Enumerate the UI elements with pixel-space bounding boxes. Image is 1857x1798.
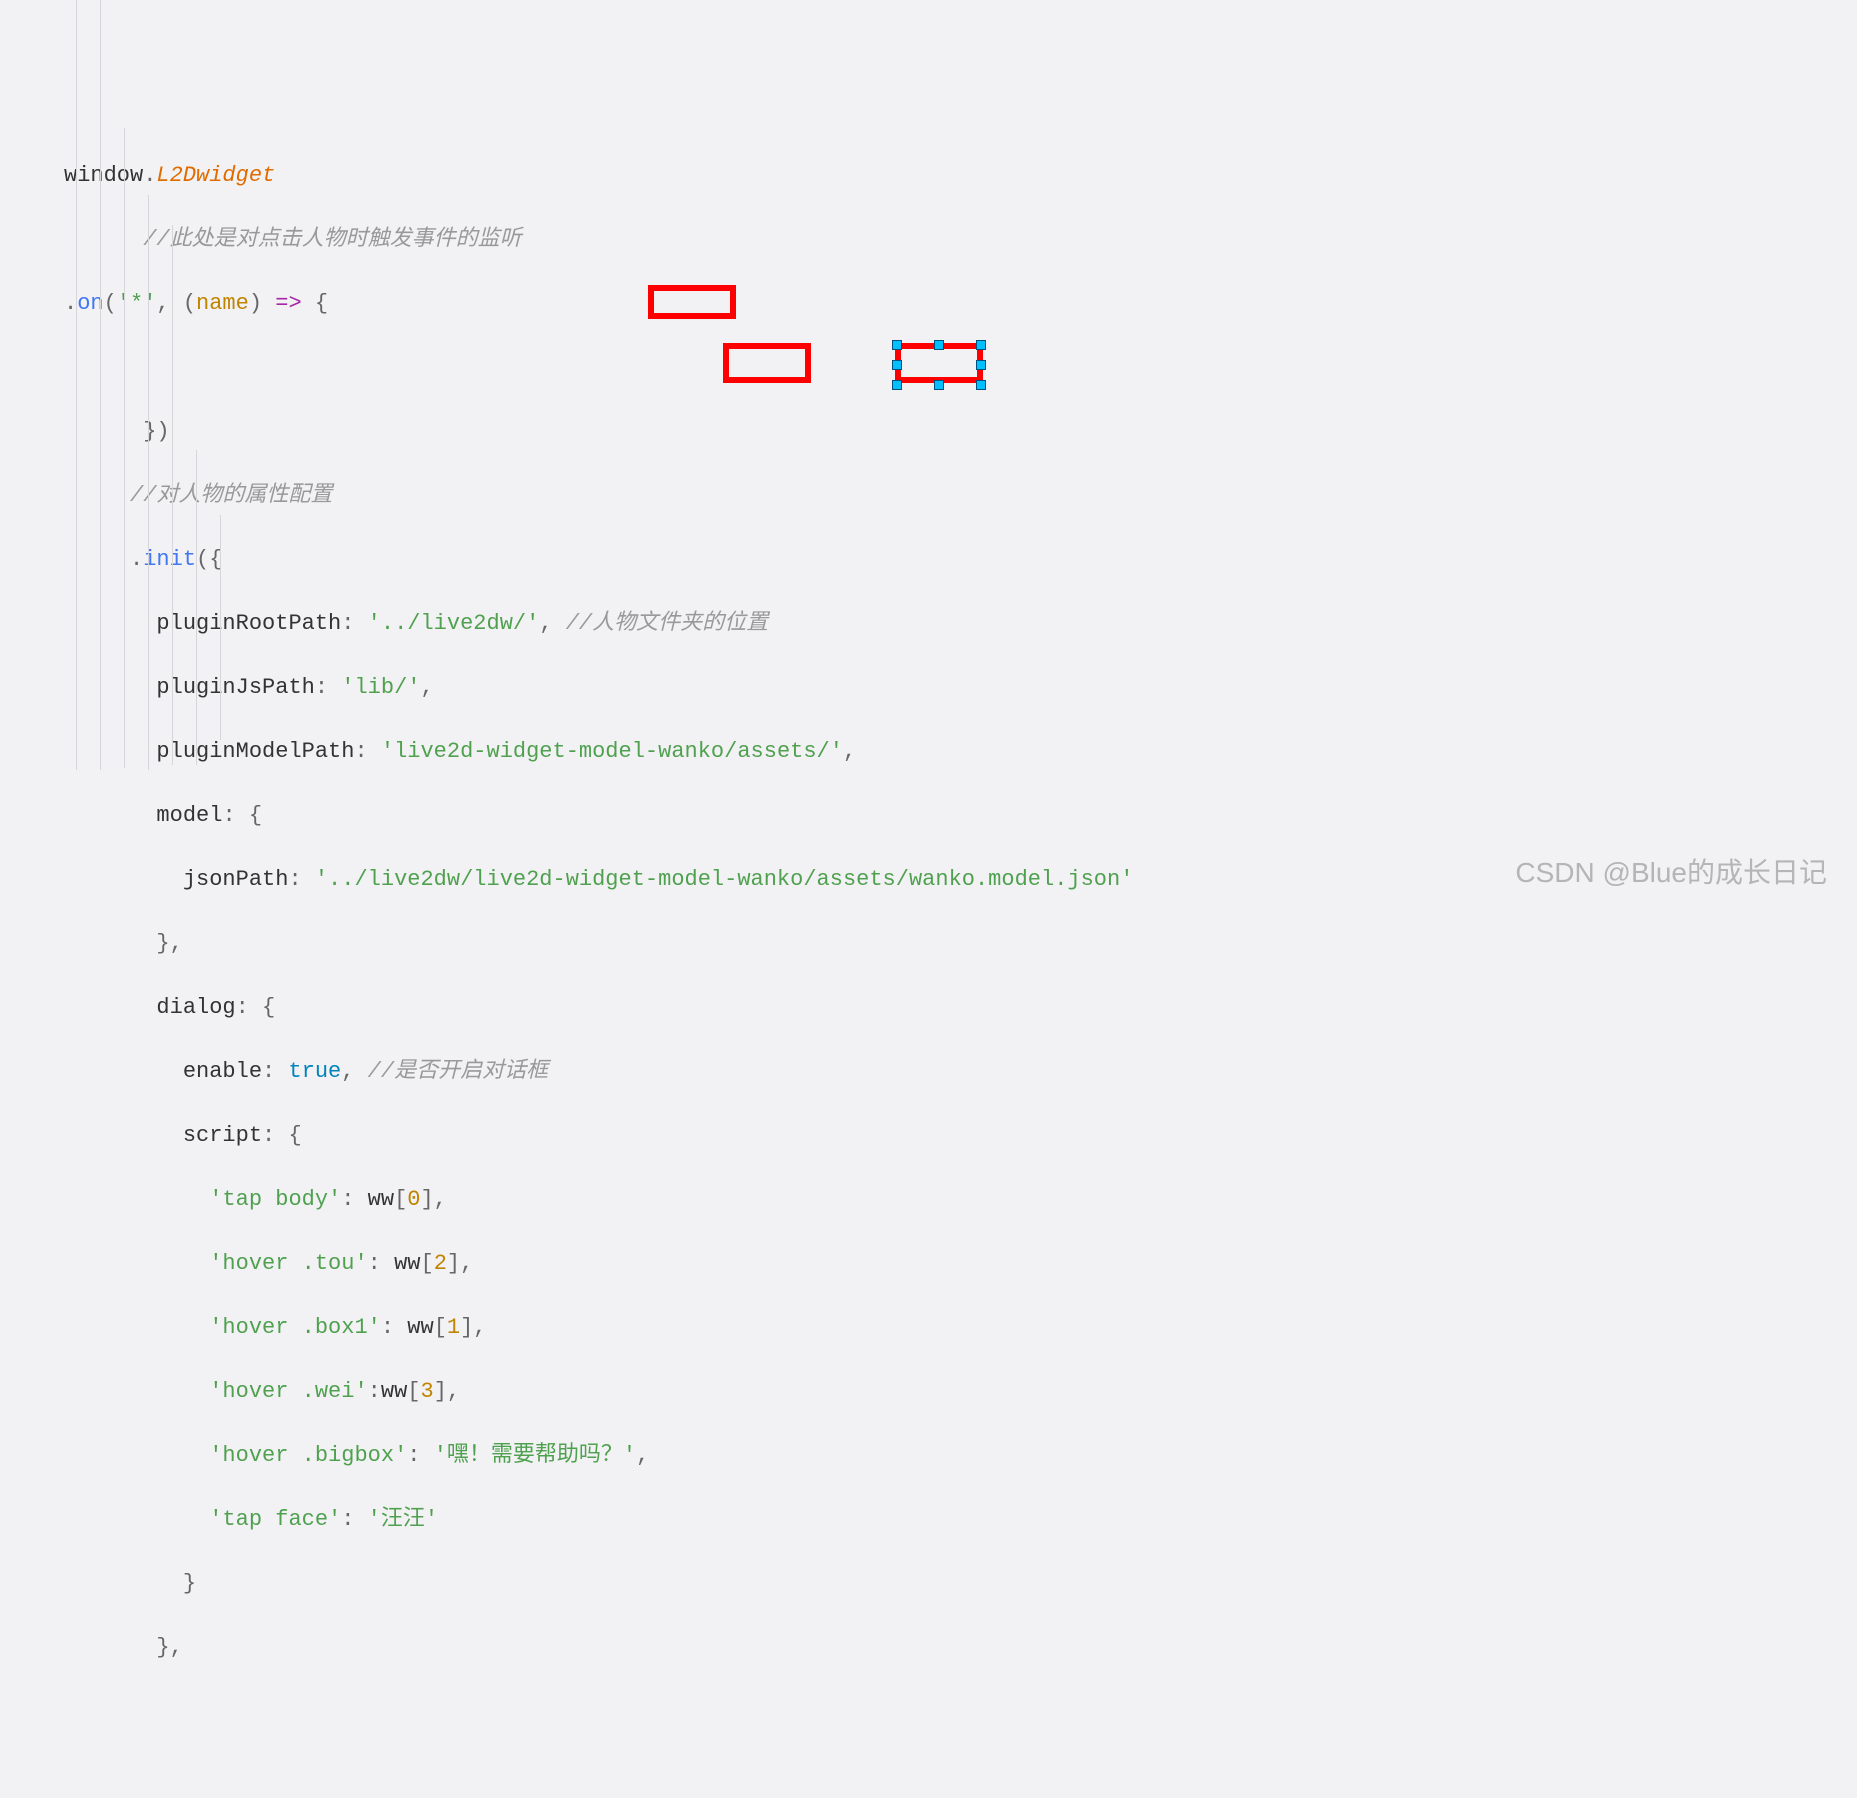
code-line: .on('*', (name) => { bbox=[64, 288, 1857, 320]
indent-guide bbox=[220, 515, 221, 740]
code-line: 'hover .wei':ww[3], bbox=[64, 1376, 1857, 1408]
highlighted-wanko-3: wanko bbox=[909, 867, 975, 892]
token-comment: //对人物的属性配置 bbox=[130, 483, 332, 508]
token-init: init bbox=[143, 547, 196, 572]
code-line: jsonPath: '../live2dw/live2d-widget-mode… bbox=[64, 864, 1857, 896]
highlighted-wanko-2: wanko bbox=[737, 867, 803, 892]
code-line: 'hover .tou': ww[2], bbox=[64, 1248, 1857, 1280]
code-line: }) bbox=[64, 416, 1857, 448]
indent-guide bbox=[148, 195, 149, 770]
indent-guide bbox=[124, 128, 125, 768]
token-l2dwidget: L2Dwidget bbox=[156, 163, 275, 188]
code-line: } bbox=[64, 1568, 1857, 1600]
code-line: 'hover .bigbox': '嘿！需要帮助吗？', bbox=[64, 1440, 1857, 1472]
code-line: 'hover .box1': ww[1], bbox=[64, 1312, 1857, 1344]
code-line: window.L2Dwidget bbox=[64, 160, 1857, 192]
indent-guide bbox=[100, 0, 101, 770]
code-line: //此处是对点击人物时触发事件的监听 bbox=[64, 224, 1857, 256]
indent-guide bbox=[196, 450, 197, 765]
code-line: .init({ bbox=[64, 544, 1857, 576]
indent-guide bbox=[76, 0, 77, 770]
indent-guide bbox=[172, 225, 173, 765]
code-line: }, bbox=[64, 928, 1857, 960]
code-editor[interactable]: window.L2Dwidget //此处是对点击人物时触发事件的监听 .on(… bbox=[0, 128, 1857, 1696]
code-line: pluginRootPath: '../live2dw/', //人物文件夹的位… bbox=[64, 608, 1857, 640]
highlighted-wanko-1: wanko bbox=[658, 739, 724, 764]
code-line: pluginModelPath: 'live2d-widget-model-wa… bbox=[64, 736, 1857, 768]
token-comment: //此处是对点击人物时触发事件的监听 bbox=[143, 227, 521, 252]
code-line: script: { bbox=[64, 1120, 1857, 1152]
code-line: dialog: { bbox=[64, 992, 1857, 1024]
code-line: enable: true, //是否开启对话框 bbox=[64, 1056, 1857, 1088]
code-line: model: { bbox=[64, 800, 1857, 832]
code-line: 'tap body': ww[0], bbox=[64, 1184, 1857, 1216]
code-line bbox=[64, 352, 1857, 384]
code-line: pluginJsPath: 'lib/', bbox=[64, 672, 1857, 704]
code-line: }, bbox=[64, 1632, 1857, 1664]
code-line: 'tap face': '汪汪' bbox=[64, 1504, 1857, 1536]
code-line: //对人物的属性配置 bbox=[64, 480, 1857, 512]
